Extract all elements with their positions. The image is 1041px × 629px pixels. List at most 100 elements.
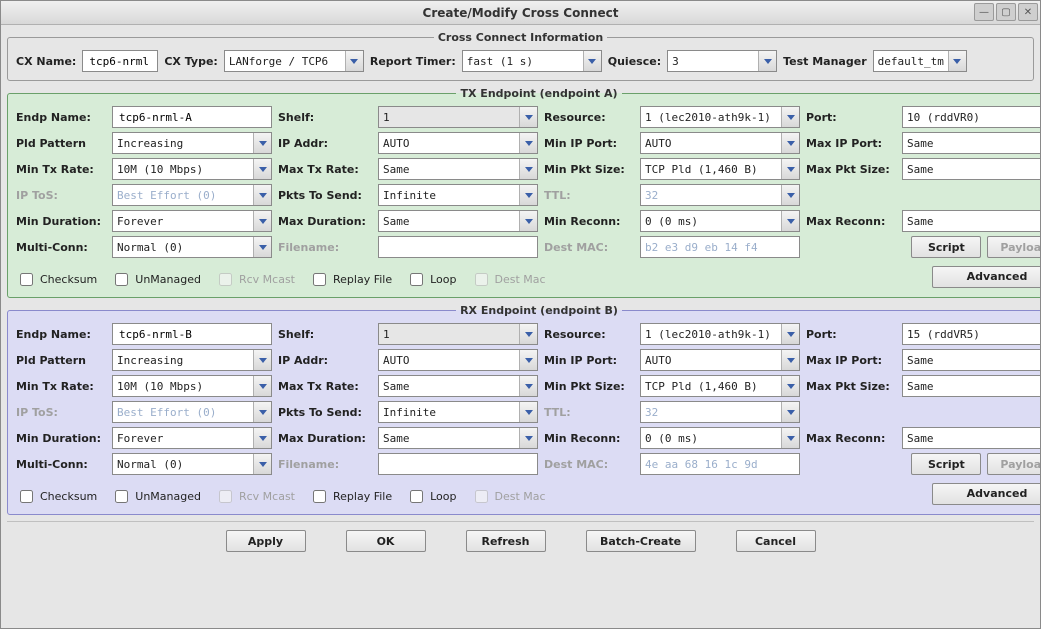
rx-legend: RX Endpoint (endpoint B) bbox=[456, 304, 622, 317]
tx-rcvmcast-check: Rcv Mcast bbox=[215, 270, 295, 289]
rx-min-reconn-combo[interactable]: 0 (0 ms) bbox=[640, 427, 800, 449]
rx-port-combo[interactable]: 15 (rddVR5) bbox=[902, 323, 1040, 345]
rx-payload-button: Payload bbox=[987, 453, 1040, 475]
close-icon[interactable]: ✕ bbox=[1018, 3, 1038, 21]
rx-ipaddr-label: IP Addr: bbox=[278, 354, 372, 367]
rx-max-pkt-combo[interactable]: Same bbox=[902, 375, 1040, 397]
rx-max-reconn-combo[interactable]: Same bbox=[902, 427, 1040, 449]
tx-min-ip-port-combo[interactable]: AUTO bbox=[640, 132, 800, 154]
tx-endpoint-section: TX Endpoint (endpoint A) Endp Name: Shel… bbox=[7, 87, 1040, 298]
cx-name-input[interactable] bbox=[82, 50, 158, 72]
cancel-button[interactable]: Cancel bbox=[736, 530, 816, 552]
chevron-down-icon bbox=[781, 211, 799, 231]
tx-min-dur-combo[interactable]: Forever bbox=[112, 210, 272, 232]
chevron-down-icon bbox=[781, 185, 799, 205]
tx-port-combo[interactable]: 10 (rddVR0) bbox=[902, 106, 1040, 128]
chevron-down-icon bbox=[253, 133, 271, 153]
cx-name-label: CX Name: bbox=[16, 55, 76, 68]
rx-min-dur-label: Min Duration: bbox=[16, 432, 106, 445]
rx-loop-check[interactable]: Loop bbox=[406, 487, 456, 506]
rx-max-tx-combo[interactable]: Same bbox=[378, 375, 538, 397]
report-timer-label: Report Timer: bbox=[370, 55, 456, 68]
cx-type-combo[interactable]: LANforge / TCP6 bbox=[224, 50, 364, 72]
chevron-down-icon bbox=[519, 159, 537, 179]
batch-create-button[interactable]: Batch-Create bbox=[586, 530, 696, 552]
maximize-icon[interactable]: ▢ bbox=[996, 3, 1016, 21]
rx-resource-combo[interactable]: 1 (lec2010-ath9k-1) bbox=[640, 323, 800, 345]
rx-min-ip-port-combo[interactable]: AUTO bbox=[640, 349, 800, 371]
tx-min-dur-label: Min Duration: bbox=[16, 215, 106, 228]
footer: Apply OK Refresh Batch-Create Cancel bbox=[7, 521, 1034, 562]
chevron-down-icon bbox=[781, 324, 799, 344]
chevron-down-icon bbox=[781, 428, 799, 448]
rx-min-pkt-combo[interactable]: TCP Pld (1,460 B) bbox=[640, 375, 800, 397]
chevron-down-icon bbox=[253, 350, 271, 370]
tx-dest-mac-label: Dest MAC: bbox=[544, 241, 634, 254]
refresh-button[interactable]: Refresh bbox=[466, 530, 546, 552]
apply-button[interactable]: Apply bbox=[226, 530, 306, 552]
rx-max-dur-combo[interactable]: Same bbox=[378, 427, 538, 449]
minimize-icon[interactable]: — bbox=[974, 3, 994, 21]
quiesce-combo[interactable]: 3 bbox=[667, 50, 777, 72]
chevron-down-icon bbox=[253, 237, 271, 257]
tx-min-tx-combo[interactable]: 10M (10 Mbps) bbox=[112, 158, 272, 180]
rx-replay-check[interactable]: Replay File bbox=[309, 487, 392, 506]
chevron-down-icon bbox=[781, 350, 799, 370]
tx-shelf-combo[interactable]: 1 bbox=[378, 106, 538, 128]
tx-replay-check[interactable]: Replay File bbox=[309, 270, 392, 289]
tx-max-dur-combo[interactable]: Same bbox=[378, 210, 538, 232]
rx-max-ip-port-combo[interactable]: Same bbox=[902, 349, 1040, 371]
chevron-down-icon bbox=[519, 402, 537, 422]
tx-multi-combo[interactable]: Normal (0) bbox=[112, 236, 272, 258]
rx-pld-combo[interactable]: Increasing bbox=[112, 349, 272, 371]
chevron-down-icon bbox=[781, 159, 799, 179]
rx-advanced-button[interactable]: Advanced bbox=[932, 483, 1040, 505]
rx-script-button[interactable]: Script bbox=[911, 453, 981, 475]
tx-max-pkt-combo[interactable]: Same bbox=[902, 158, 1040, 180]
report-timer-combo[interactable]: fast (1 s) bbox=[462, 50, 602, 72]
chevron-down-icon bbox=[519, 211, 537, 231]
chevron-down-icon bbox=[253, 376, 271, 396]
tx-ttl-combo: 32 bbox=[640, 184, 800, 206]
tx-min-reconn-combo[interactable]: 0 (0 ms) bbox=[640, 210, 800, 232]
tx-checksum-check[interactable]: Checksum bbox=[16, 270, 97, 289]
rx-unmanaged-check[interactable]: UnManaged bbox=[111, 487, 201, 506]
tx-pld-combo[interactable]: Increasing bbox=[112, 132, 272, 154]
tx-ip-tos-label: IP ToS: bbox=[16, 189, 106, 202]
tx-pkts-send-combo[interactable]: Infinite bbox=[378, 184, 538, 206]
rx-ttl-combo: 32 bbox=[640, 401, 800, 423]
tx-max-reconn-label: Max Reconn: bbox=[806, 215, 896, 228]
rx-pkts-send-combo[interactable]: Infinite bbox=[378, 401, 538, 423]
tx-advanced-button[interactable]: Advanced bbox=[932, 266, 1040, 288]
tx-max-reconn-combo[interactable]: Same bbox=[902, 210, 1040, 232]
rx-min-tx-combo[interactable]: 10M (10 Mbps) bbox=[112, 375, 272, 397]
tx-min-pkt-combo[interactable]: TCP Pld (1,460 B) bbox=[640, 158, 800, 180]
rx-multi-combo[interactable]: Normal (0) bbox=[112, 453, 272, 475]
tx-unmanaged-check[interactable]: UnManaged bbox=[111, 270, 201, 289]
chevron-down-icon bbox=[583, 51, 601, 71]
chevron-down-icon bbox=[253, 454, 271, 474]
tx-max-ip-port-combo[interactable]: Same bbox=[902, 132, 1040, 154]
tx-ipaddr-combo[interactable]: AUTO bbox=[378, 132, 538, 154]
tx-endp-name-input[interactable] bbox=[112, 106, 272, 128]
rx-checksum-check[interactable]: Checksum bbox=[16, 487, 97, 506]
tx-script-button[interactable]: Script bbox=[911, 236, 981, 258]
tx-pld-label: Pld Pattern bbox=[16, 137, 106, 150]
chevron-down-icon bbox=[253, 428, 271, 448]
chevron-down-icon bbox=[781, 376, 799, 396]
ok-button[interactable]: OK bbox=[346, 530, 426, 552]
tx-max-tx-combo[interactable]: Same bbox=[378, 158, 538, 180]
chevron-down-icon bbox=[345, 51, 363, 71]
chevron-down-icon bbox=[519, 133, 537, 153]
tx-min-ip-port-label: Min IP Port: bbox=[544, 137, 634, 150]
rx-min-dur-combo[interactable]: Forever bbox=[112, 427, 272, 449]
titlebar: Create/Modify Cross Connect — ▢ ✕ bbox=[1, 1, 1040, 25]
rx-ipaddr-combo[interactable]: AUTO bbox=[378, 349, 538, 371]
tx-resource-combo[interactable]: 1 (lec2010-ath9k-1) bbox=[640, 106, 800, 128]
tx-max-dur-label: Max Duration: bbox=[278, 215, 372, 228]
tx-loop-check[interactable]: Loop bbox=[406, 270, 456, 289]
test-manager-combo[interactable]: default_tm bbox=[873, 50, 967, 72]
tx-max-ip-port-label: Max IP Port: bbox=[806, 137, 896, 150]
rx-endp-name-input[interactable] bbox=[112, 323, 272, 345]
rx-shelf-combo[interactable]: 1 bbox=[378, 323, 538, 345]
